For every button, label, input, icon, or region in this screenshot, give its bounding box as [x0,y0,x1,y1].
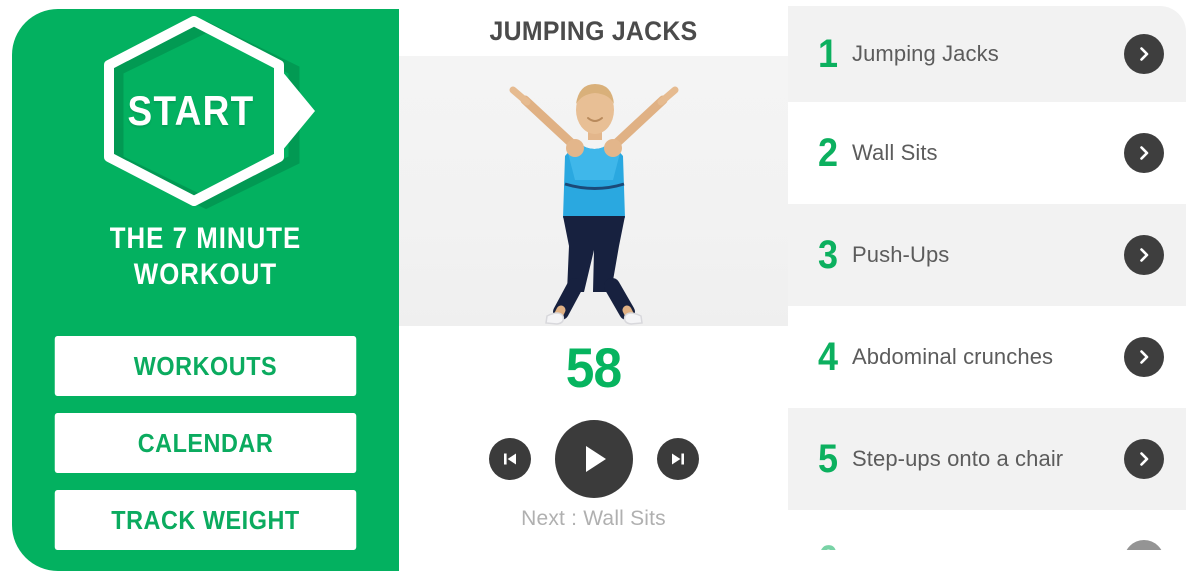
exercise-image-area [399,56,788,326]
next-exercise-button[interactable] [656,438,699,480]
exercise-name: Step-ups onto a chair [852,446,1064,471]
table-row[interactable]: 3 Push-Ups [788,204,1186,306]
chevron-right-icon[interactable] [1124,133,1164,173]
chevron-right-icon[interactable] [1124,439,1164,479]
exercise-number: 1 [818,32,839,76]
calendar-button[interactable]: CALENDAR [54,413,357,473]
exercise-name: Abdominal crunches [852,344,1054,369]
exercise-name: Jumping Jacks [852,41,999,66]
app-title-line2: WORKOUT [133,258,278,291]
exercise-name: Wall Sits [852,140,938,165]
play-icon [585,446,606,472]
play-button[interactable] [554,420,633,498]
start-button-label: START [126,87,255,134]
chevron-right-icon[interactable] [1124,337,1164,377]
exercise-number: 4 [818,335,839,379]
workout-panel: JUMPING JACKS 58 Next: Wall Sits [399,0,788,571]
exercise-number: 2 [818,131,839,175]
countdown-timer: 58 [565,336,622,399]
table-row[interactable]: 6 Squats [788,510,1186,550]
workouts-button[interactable]: WORKOUTS [54,336,357,396]
home-nav-buttons: WORKOUTS CALENDAR TRACK WEIGHT [38,336,373,567]
chevron-right-icon[interactable] [1124,34,1164,74]
exercise-number: 5 [818,437,839,481]
app-title: THE 7 MINUTE WORKOUT [39,221,372,293]
next-exercise-label: Next : Wall Sits [521,507,666,530]
exercise-number: 6 [818,540,849,550]
previous-exercise-button[interactable] [488,438,531,480]
track-weight-button[interactable]: TRACK WEIGHT [54,490,357,550]
chevron-right-icon[interactable] [1124,235,1164,275]
app-title-line1: THE 7 MINUTE [109,222,302,255]
app-screenshot: START THE 7 MINUTE WORKOUT WORKOUTS CALE… [0,0,1186,571]
exercise-title: JUMPING JACKS [489,16,698,46]
home-panel: START THE 7 MINUTE WORKOUT WORKOUTS CALE… [12,9,399,571]
playback-controls [399,420,788,498]
skip-back-icon [503,453,516,465]
table-row[interactable]: 1 Jumping Jacks [788,6,1186,102]
jumping-jack-figure-illustration [509,84,678,325]
table-row[interactable]: 2 Wall Sits [788,102,1186,204]
table-row[interactable]: 4 Abdominal crunches [788,306,1186,408]
exercise-name: Squats [852,547,1124,550]
table-row[interactable]: 5 Step-ups onto a chair [788,408,1186,510]
skip-forward-icon [671,453,684,465]
exercise-name: Push-Ups [852,242,950,267]
start-button[interactable]: START [91,13,321,209]
exercise-list-panel: 1 Jumping Jacks 2 Wall Sits 3 Push-Ups 4… [788,0,1186,571]
chevron-right-icon[interactable] [1124,540,1164,550]
exercise-number: 3 [818,233,839,277]
